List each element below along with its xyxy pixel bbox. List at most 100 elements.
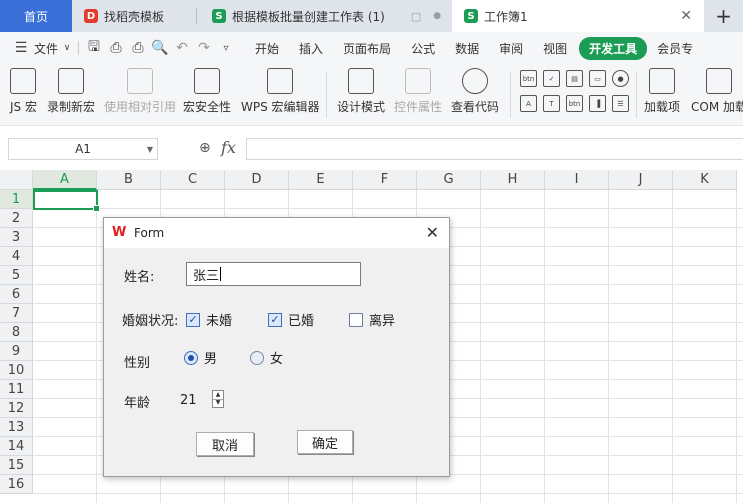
column-header-j[interactable]: J [609,170,673,190]
chevron-down-icon[interactable]: ∨ [60,37,74,59]
column-header-i[interactable]: I [545,170,609,190]
tab-home[interactable]: 首页 [0,0,72,32]
row-header-1[interactable]: 1 [0,190,33,209]
radio-female[interactable]: 女 [250,348,283,367]
formula-input[interactable] [246,138,743,160]
menu-insert[interactable]: 插入 [289,40,333,57]
menu-home[interactable]: 开始 [245,40,289,57]
view-code-label: 查看代码 [451,100,500,114]
active-cell-a1[interactable] [33,190,100,212]
checkbox-unmarried-label: 未婚 [206,314,233,329]
print-icon[interactable]: ⎙ [127,37,149,59]
row-header-5[interactable]: 5 [0,266,33,285]
row-header-9[interactable]: 9 [0,342,33,361]
textbox-control-icon[interactable]: T [543,95,560,112]
record-macro-label: 录制新宏 [47,100,96,114]
hamburger-menu-icon[interactable]: ☰ [10,37,32,59]
row-header-14[interactable]: 14 [0,437,33,456]
close-tab-icon[interactable]: ✕ [680,8,692,24]
design-mode-button[interactable]: 设计模式 [337,68,385,115]
name-box[interactable]: A1 ▼ [8,138,158,160]
scrollbar-control-icon[interactable]: ▐ [589,95,606,112]
js-macro-label: JS 宏 [10,100,37,114]
button-control-icon[interactable]: btn [520,70,537,87]
menu-review[interactable]: 审阅 [489,40,533,57]
column-header-g[interactable]: G [417,170,481,190]
view-code-button[interactable]: 查看代码 [451,68,499,115]
combobox-control-icon[interactable]: ▤ [566,70,583,87]
dialog-title-bar[interactable]: W Form ✕ [104,218,449,248]
row-header-10[interactable]: 10 [0,361,33,380]
menu-data[interactable]: 数据 [445,40,489,57]
export-pdf-icon[interactable]: ⎙ [105,37,127,59]
row-header-13[interactable]: 13 [0,418,33,437]
label-control-icon[interactable]: A [520,95,537,112]
checkbox-divorced[interactable]: 离异 [349,310,395,329]
select-all-corner[interactable] [0,170,33,190]
column-header-d[interactable]: D [225,170,289,190]
radio-male[interactable]: 男 [184,348,217,367]
tab-workbook-label: 工作簿1 [484,9,528,24]
row-header-2[interactable]: 2 [0,209,33,228]
column-header-e[interactable]: E [289,170,353,190]
spin-down-icon[interactable]: ▼ [213,398,223,408]
column-header-f[interactable]: F [353,170,417,190]
row-header-15[interactable]: 15 [0,456,33,475]
tab-batch-sheets[interactable]: S 根据模板批量创建工作表 (1) ▢ ● [212,0,441,32]
print-preview-icon[interactable]: 🔍 [149,37,171,59]
column-header-b[interactable]: B [97,170,161,190]
row-header-11[interactable]: 11 [0,380,33,399]
new-tab-plus-icon[interactable]: + [704,0,743,32]
ok-button[interactable]: 确定 [297,430,353,454]
wps-macro-editor-button[interactable]: WPS 宏编辑器 [241,68,320,115]
close-icon[interactable]: ✕ [426,223,439,242]
row-header-6[interactable]: 6 [0,285,33,304]
chevron-down-icon[interactable]: ▼ [147,145,153,154]
js-macro-button[interactable]: JS 宏 [10,68,37,115]
checkbox-married[interactable]: ✓ 已婚 [268,310,314,329]
age-spinner[interactable]: ▲ ▼ [212,390,224,408]
zoom-icon[interactable]: ⊕ [199,140,211,156]
menu-developer-tools[interactable]: 开发工具 [579,36,648,60]
cancel-button[interactable]: 取消 [196,432,254,456]
menu-member[interactable]: 会员专 [647,40,703,57]
row-header-7[interactable]: 7 [0,304,33,323]
row-header-8[interactable]: 8 [0,323,33,342]
frame-control-icon[interactable]: ▭ [589,70,606,87]
menu-file[interactable]: 文件 [32,40,60,57]
record-macro-button[interactable]: 录制新宏 [47,68,95,115]
row-header-12[interactable]: 12 [0,399,33,418]
column-header-k[interactable]: K [673,170,737,190]
column-header-a[interactable]: A [33,170,97,190]
toggle-button-control-icon[interactable]: btn [566,95,583,112]
design-mode-label: 设计模式 [337,100,386,114]
menu-page-layout[interactable]: 页面布局 [333,40,401,57]
checkbox-unmarried[interactable]: ✓ 未婚 [186,310,232,329]
function-icon[interactable]: fx [221,138,236,157]
radio-control-icon[interactable]: ● [612,70,629,87]
save-icon[interactable]: 🖫 [83,37,105,59]
relative-reference-button[interactable]: 使用相对引用 [104,68,176,115]
tab-workbook1[interactable]: S 工作簿1 ✕ [452,0,704,32]
customize-toolbar-icon[interactable]: ▿ [215,37,237,59]
macro-security-button[interactable]: 宏安全性 [183,68,231,115]
column-header-c[interactable]: C [161,170,225,190]
redo-icon[interactable]: ↷ [193,37,215,59]
row-header-16[interactable]: 16 [0,475,33,494]
column-header-h[interactable]: H [481,170,545,190]
menu-view[interactable]: 视图 [533,40,577,57]
com-addins-label: COM 加载 [691,100,743,114]
com-addins-button[interactable]: COM 加载 [691,68,743,115]
tab-docer-templates[interactable]: D 找稻壳模板 [84,0,164,32]
checkbox-control-icon[interactable]: ✓ [543,70,560,87]
addins-label: 加载项 [644,100,681,114]
row-header-3[interactable]: 3 [0,228,33,247]
addins-button[interactable]: 加载项 [644,68,680,115]
menu-formulas[interactable]: 公式 [401,40,445,57]
undo-icon[interactable]: ↶ [171,37,193,59]
row-header-4[interactable]: 4 [0,247,33,266]
listbox-control-icon[interactable]: ☰ [612,95,629,112]
spin-up-icon[interactable]: ▲ [213,391,223,399]
name-input[interactable]: 张三 [186,262,361,286]
control-properties-button[interactable]: 控件属性 [394,68,442,115]
